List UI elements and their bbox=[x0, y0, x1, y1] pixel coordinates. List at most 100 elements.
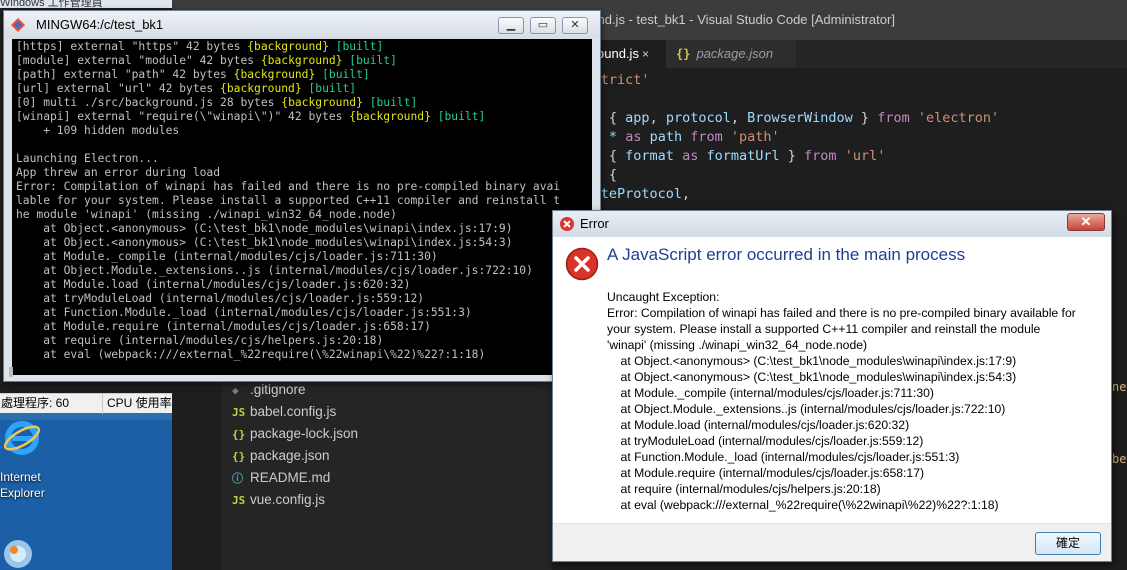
desktop-app-icon[interactable] bbox=[0, 530, 40, 570]
editor-edge-text: ne bbox=[1112, 380, 1127, 394]
text-segment: } bbox=[779, 148, 805, 164]
terminal-line: [winapi] external "require(\"winapi\")" … bbox=[16, 110, 485, 124]
terminal-line: [module] external "module" 42 bytes {bac… bbox=[16, 54, 397, 68]
error-message-line: at Function.Module._load (internal/modul… bbox=[607, 450, 960, 464]
close-button[interactable]: ✕ bbox=[562, 17, 588, 34]
text-segment bbox=[723, 129, 731, 145]
editor-edge-text: be bbox=[1112, 452, 1127, 466]
text-segment: [winapi] external "require(\"winapi\")" … bbox=[16, 110, 350, 123]
terminal-line: Launching Electron... bbox=[16, 152, 159, 166]
text-segment: at Function.Module._load (internal/modul… bbox=[16, 306, 472, 319]
text-segment: , bbox=[730, 110, 748, 126]
error-message-line: Uncaught Exception: bbox=[607, 290, 720, 304]
error-message-line: at Module.require (internal/modules/cjs/… bbox=[607, 466, 925, 480]
file-name: package.json bbox=[250, 448, 330, 463]
text-segment bbox=[837, 148, 845, 164]
file-type-icon: {} bbox=[232, 450, 246, 463]
text-segment: , bbox=[649, 110, 666, 126]
file-type-icon: ◆ bbox=[232, 384, 239, 397]
file-item[interactable]: JS babel.config.js bbox=[232, 401, 336, 423]
text-segment: at Object.<anonymous> (C:\test_bk1\node_… bbox=[16, 222, 513, 235]
taskmanager-statusbar: 處理程序: 60 CPU 使用率 bbox=[0, 393, 172, 414]
dialog-footer: 確定 bbox=[553, 523, 1111, 561]
file-name: README.md bbox=[250, 470, 331, 485]
terminal-line: [0] multi ./src/background.js 28 bytes {… bbox=[16, 96, 417, 110]
file-item[interactable]: {} package.json bbox=[232, 445, 330, 467]
file-name: vue.config.js bbox=[250, 492, 326, 507]
error-message-line: at Module.load (internal/modules/cjs/loa… bbox=[607, 418, 910, 432]
text-segment: {background} bbox=[220, 82, 302, 95]
text-segment: from bbox=[804, 148, 837, 164]
error-message-line: at tryModuleLoad (internal/modules/cjs/l… bbox=[607, 434, 924, 448]
terminal-line: at Module.load (internal/modules/cjs/loa… bbox=[16, 278, 410, 292]
terminal-scrollbar[interactable] bbox=[9, 367, 13, 377]
taskmanager-title: Windows 工作管理員 bbox=[0, 0, 103, 9]
error-icon bbox=[565, 247, 599, 281]
text-segment: from bbox=[877, 110, 910, 126]
text-segment: { bbox=[600, 110, 626, 126]
text-segment: 'url' bbox=[844, 148, 886, 164]
text-segment: { bbox=[600, 167, 618, 183]
text-segment: [https] external "https" 42 bytes bbox=[16, 40, 248, 53]
text-segment: + 109 hidden modules bbox=[16, 124, 180, 137]
text-segment: [built] bbox=[437, 110, 486, 123]
file-item[interactable]: JS vue.config.js bbox=[232, 489, 325, 511]
ok-button[interactable]: 確定 bbox=[1035, 532, 1101, 555]
text-segment: [0] multi ./src/background.js 28 bytes bbox=[16, 96, 282, 109]
terminal-output[interactable]: [https] external "https" 42 bytes {backg… bbox=[12, 39, 592, 375]
minimize-button[interactable]: ▁ bbox=[498, 17, 524, 34]
text-segment: [built] bbox=[369, 96, 418, 109]
terminal-line: at Object.<anonymous> (C:\test_bk1\node_… bbox=[16, 222, 513, 236]
file-item[interactable]: ◆ .gitignore bbox=[232, 379, 306, 401]
dialog-title: Error bbox=[580, 216, 609, 231]
dialog-titlebar[interactable]: Error ✕ bbox=[553, 211, 1111, 237]
text-segment: at Object.<anonymous> (C:\test_bk1\node_… bbox=[16, 236, 513, 249]
internet-explorer-icon[interactable] bbox=[2, 418, 42, 458]
text-segment: } bbox=[852, 110, 878, 126]
tab-close-icon[interactable]: × bbox=[642, 40, 649, 68]
text-segment: at require (internal/modules/cjs/helpers… bbox=[16, 334, 384, 347]
error-message-line: at Object.Module._extensions..js (intern… bbox=[607, 402, 1006, 416]
cpu-usage: CPU 使用率 bbox=[102, 394, 172, 414]
text-segment bbox=[329, 40, 336, 53]
text-segment: [built] bbox=[349, 54, 397, 67]
text-segment: at Object.Module._extensions..js (intern… bbox=[16, 264, 533, 277]
terminal-line: at tryModuleLoad (internal/modules/cjs/l… bbox=[16, 292, 424, 306]
text-segment: at Module.load (internal/modules/cjs/loa… bbox=[16, 278, 411, 291]
terminal-line: at Module._compile (internal/modules/cjs… bbox=[16, 250, 437, 264]
text-segment: Error: Compilation of winapi has failed … bbox=[16, 180, 561, 193]
text-segment: {background} bbox=[247, 40, 329, 53]
terminal-line: he module 'winapi' (missing ./winapi_win… bbox=[16, 208, 397, 222]
code-line: import { app, protocol, BrowserWindow } … bbox=[552, 109, 999, 128]
terminal-line: at require (internal/modules/cjs/helpers… bbox=[16, 334, 383, 348]
text-segment bbox=[674, 148, 682, 164]
error-message-line: Error: Compilation of winapi has failed … bbox=[607, 306, 1076, 320]
text-segment: at Module.require (internal/modules/cjs/… bbox=[16, 320, 431, 333]
file-type-icon: ⓘ bbox=[232, 472, 243, 485]
text-segment: protocol bbox=[665, 110, 731, 126]
text-segment: {background} bbox=[260, 54, 343, 67]
file-name: babel.config.js bbox=[250, 404, 337, 419]
terminal-titlebar[interactable]: MINGW64:/c/test_bk1 ▁ ▭ ✕ bbox=[4, 11, 600, 39]
terminal-line: at Object.Module._extensions..js (intern… bbox=[16, 264, 533, 278]
text-segment: { bbox=[600, 148, 626, 164]
dialog-close-button[interactable]: ✕ bbox=[1067, 213, 1105, 231]
error-message-line: at Module._compile (internal/modules/cjs… bbox=[607, 386, 934, 400]
maximize-button[interactable]: ▭ bbox=[530, 17, 556, 34]
text-segment: as bbox=[682, 148, 699, 164]
error-dialog: Error ✕ A JavaScript error occurred in t… bbox=[552, 210, 1112, 562]
text-segment: path bbox=[649, 129, 683, 145]
text-segment bbox=[698, 148, 706, 164]
text-segment: 'electron' bbox=[917, 110, 1000, 126]
code-line: import { format as formatUrl } from 'url… bbox=[552, 147, 885, 166]
vscode-window-title: background.js - test_bk1 - Visual Studio… bbox=[544, 12, 895, 27]
text-segment: {background} bbox=[233, 68, 316, 81]
text-segment: * bbox=[608, 129, 618, 145]
file-item[interactable]: {} package-lock.json bbox=[232, 423, 358, 445]
text-segment: , bbox=[682, 186, 691, 202]
file-item[interactable]: ⓘ README.md bbox=[232, 467, 330, 489]
tab-package-json[interactable]: {} package.json bbox=[666, 40, 796, 68]
text-segment: BrowserWindow bbox=[747, 110, 853, 126]
internet-explorer-label[interactable]: Internet Explorer bbox=[0, 469, 60, 501]
text-segment: {background} bbox=[349, 110, 431, 123]
